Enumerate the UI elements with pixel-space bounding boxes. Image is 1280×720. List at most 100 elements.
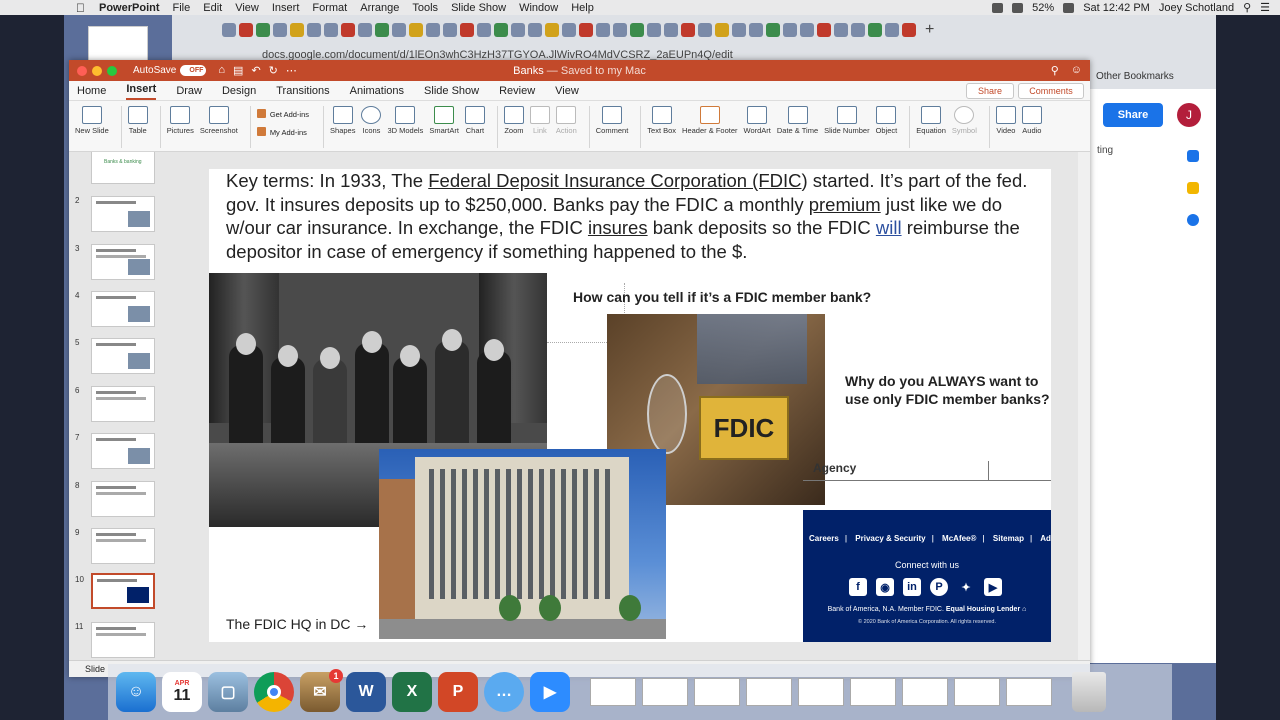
- share-button[interactable]: Share: [966, 83, 1014, 99]
- messages-icon[interactable]: …: [484, 672, 524, 712]
- minimized-window[interactable]: [850, 678, 896, 706]
- tab-design[interactable]: Design: [222, 85, 256, 100]
- slide-thumbnail-9[interactable]: [91, 528, 155, 564]
- autosave-switch[interactable]: OFF: [180, 65, 207, 76]
- wordart-button[interactable]: WordArt: [744, 106, 771, 135]
- menu-window[interactable]: Window: [519, 2, 558, 14]
- flag-icon[interactable]: [1063, 2, 1075, 13]
- slide-thumbnail-2[interactable]: [91, 196, 155, 232]
- minimized-window[interactable]: [1006, 678, 1052, 706]
- menu-edit[interactable]: Edit: [203, 2, 222, 14]
- docs-style-dropdown[interactable]: ting: [1097, 145, 1113, 156]
- tab-review[interactable]: Review: [499, 85, 535, 100]
- slide-thumbnail-11[interactable]: [91, 622, 155, 658]
- wifi-icon[interactable]: [992, 2, 1004, 13]
- tab-draw[interactable]: Draw: [176, 85, 202, 100]
- tab-favicon[interactable]: [375, 23, 389, 37]
- bank-of-america-footer-screenshot[interactable]: Careers | Privacy & Security | McAfee® | Si…: [803, 510, 1051, 642]
- header-footer-button[interactable]: Header & Footer: [682, 106, 738, 135]
- link-button[interactable]: Link: [529, 106, 550, 135]
- volume-icon[interactable]: [1012, 2, 1024, 13]
- calendar-icon[interactable]: APR 11: [162, 672, 202, 712]
- notification-center-icon[interactable]: ☰: [1260, 1, 1270, 14]
- comments-button[interactable]: Comments: [1018, 83, 1084, 99]
- powerpoint-icon[interactable]: P: [438, 672, 478, 712]
- pictures-button[interactable]: Pictures: [167, 106, 194, 135]
- tab-favicon[interactable]: [324, 23, 338, 37]
- minimized-window[interactable]: [590, 678, 636, 706]
- menu-arrange[interactable]: Arrange: [360, 2, 399, 14]
- tab-favicon[interactable]: [494, 23, 508, 37]
- menu-tools[interactable]: Tools: [412, 2, 438, 14]
- tab-home[interactable]: Home: [77, 85, 106, 100]
- slide-thumbnail-8[interactable]: [91, 481, 155, 517]
- tab-favicon[interactable]: [477, 23, 491, 37]
- chart-button[interactable]: Chart: [464, 106, 485, 135]
- word-icon[interactable]: W: [346, 672, 386, 712]
- key-terms-textbox[interactable]: Key terms: In 1933, The Federal Deposit …: [226, 169, 1036, 263]
- excel-icon[interactable]: X: [392, 672, 432, 712]
- mail-icon[interactable]: ✉ 1: [300, 669, 343, 712]
- 3d-models-button[interactable]: 3D Models: [387, 106, 423, 135]
- slide-thumbnail-4[interactable]: [91, 291, 155, 327]
- tab-favicon[interactable]: [902, 23, 916, 37]
- slide-thumbnail-10[interactable]: [91, 573, 155, 609]
- customize-toolbar-icon[interactable]: ⋯: [286, 64, 297, 77]
- equation-button[interactable]: Equation: [916, 106, 946, 135]
- apple-menu-icon[interactable]: : [76, 1, 85, 15]
- tab-favicon[interactable]: [783, 23, 797, 37]
- audio-button[interactable]: Audio: [1021, 106, 1042, 135]
- get-addins-button[interactable]: Get Add-ins: [257, 109, 309, 119]
- docs-share-button[interactable]: Share: [1103, 103, 1163, 127]
- hq-caption[interactable]: The FDIC HQ in DC →: [226, 616, 368, 632]
- tab-favicon[interactable]: [715, 23, 729, 37]
- tab-favicon[interactable]: [868, 23, 882, 37]
- battery-percent[interactable]: 52%: [1032, 2, 1054, 14]
- tab-favicon[interactable]: [579, 23, 593, 37]
- tab-favicon[interactable]: [885, 23, 899, 37]
- shapes-button[interactable]: Shapes: [330, 106, 355, 135]
- save-icon[interactable]: ▤: [233, 64, 243, 77]
- my-addins-button[interactable]: My Add-ins: [257, 127, 309, 137]
- tab-favicon[interactable]: [528, 23, 542, 37]
- slide-thumbnail-7[interactable]: [91, 433, 155, 469]
- minimized-window[interactable]: [902, 678, 948, 706]
- slide-thumbnail-3[interactable]: [91, 244, 155, 280]
- smartart-button[interactable]: SmartArt: [429, 106, 459, 135]
- menu-help[interactable]: Help: [571, 2, 594, 14]
- minimize-window-button[interactable]: [92, 65, 102, 76]
- close-window-button[interactable]: [77, 65, 87, 76]
- zoom-icon[interactable]: ▶: [530, 672, 570, 712]
- object-button[interactable]: Object: [876, 106, 897, 135]
- tab-favicon[interactable]: [664, 23, 678, 37]
- calendar-icon[interactable]: [1187, 150, 1199, 162]
- clock[interactable]: Sat 12:42 PM: [1083, 2, 1150, 14]
- action-button[interactable]: Action: [556, 106, 577, 135]
- tab-favicon[interactable]: [290, 23, 304, 37]
- tab-favicon[interactable]: [460, 23, 474, 37]
- tab-animations[interactable]: Animations: [350, 85, 404, 100]
- slide-canvas[interactable]: Key terms: In 1933, The Federal Deposit …: [209, 169, 1051, 642]
- menu-slide-show[interactable]: Slide Show: [451, 2, 506, 14]
- minimized-window[interactable]: [798, 678, 844, 706]
- comment-button[interactable]: Comment: [596, 106, 628, 135]
- spotlight-icon[interactable]: ⚲: [1243, 1, 1251, 14]
- trash-icon[interactable]: [1072, 672, 1106, 712]
- redo-icon[interactable]: ↻: [269, 64, 278, 77]
- other-bookmarks[interactable]: Other Bookmarks: [1096, 71, 1216, 87]
- tab-favicon[interactable]: [545, 23, 559, 37]
- slide-thumbnail-1[interactable]: Banks & banking: [91, 152, 155, 184]
- tab-insert[interactable]: Insert: [126, 83, 157, 100]
- menu-insert[interactable]: Insert: [272, 2, 300, 14]
- minimized-window[interactable]: [642, 678, 688, 706]
- tasks-icon[interactable]: [1187, 214, 1199, 226]
- tab-favicon[interactable]: [834, 23, 848, 37]
- tab-transitions[interactable]: Transitions: [276, 85, 329, 100]
- tab-view[interactable]: View: [555, 85, 579, 100]
- tab-favicon[interactable]: [307, 23, 321, 37]
- text-box-button[interactable]: Text Box: [647, 106, 676, 135]
- zoom-button[interactable]: Zoom: [503, 106, 524, 135]
- menu-format[interactable]: Format: [312, 2, 347, 14]
- menu-file[interactable]: File: [173, 2, 191, 14]
- new-tab-button[interactable]: +: [925, 21, 934, 39]
